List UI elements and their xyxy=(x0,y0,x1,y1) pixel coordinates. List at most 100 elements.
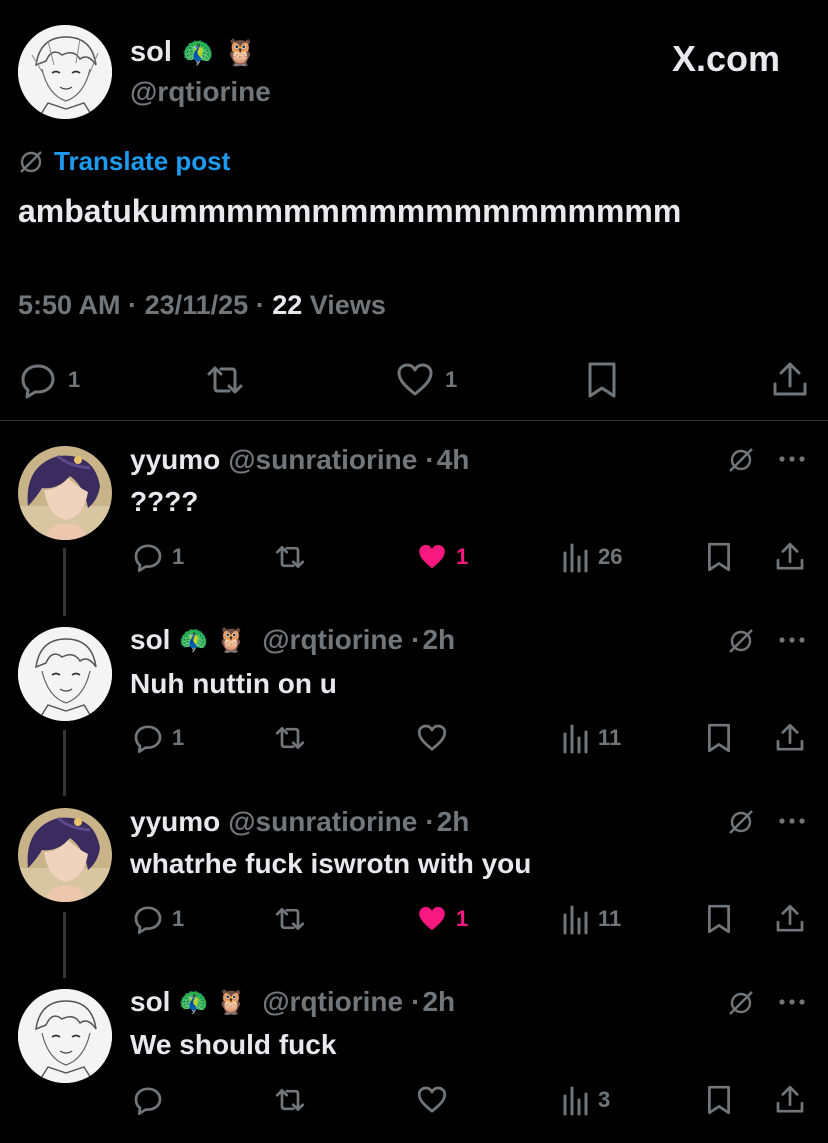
share-button[interactable] xyxy=(774,1084,806,1116)
analytics-icon xyxy=(562,903,590,935)
reply-count: 1 xyxy=(68,367,81,392)
post-meta: 5:50 AM · 23/11/25 · 22 Views xyxy=(18,290,386,320)
reply-count: 1 xyxy=(172,906,185,931)
reply-author-name[interactable]: sol xyxy=(130,624,170,656)
views-button[interactable]: 3 xyxy=(562,1084,610,1116)
reply-time[interactable]: 2h xyxy=(422,986,455,1018)
bookmark-icon xyxy=(704,903,734,935)
repost-icon xyxy=(272,1084,308,1116)
author-handle[interactable]: @rqtiorine xyxy=(130,76,271,108)
translate-icon[interactable] xyxy=(727,446,755,474)
like-button[interactable]: 1 xyxy=(416,903,468,935)
repost-button[interactable] xyxy=(203,360,247,400)
more-icon[interactable] xyxy=(778,633,806,647)
bookmark-icon xyxy=(704,722,734,754)
share-icon xyxy=(774,541,806,573)
bookmark-button[interactable] xyxy=(704,722,734,754)
reply-button[interactable] xyxy=(132,1084,164,1116)
reply-icon xyxy=(132,903,164,935)
heart-icon xyxy=(395,360,435,400)
reply-avatar[interactable] xyxy=(18,808,112,902)
reply-author-name[interactable]: sol xyxy=(130,986,170,1018)
like-button[interactable] xyxy=(416,722,448,754)
post-text: ambatukummmmmmmmmmmmmmmmmm xyxy=(18,193,682,229)
reply-text: Nuh nuttin on u xyxy=(130,668,337,699)
translate-post-link[interactable]: Translate post xyxy=(18,146,230,177)
views-button[interactable]: 26 xyxy=(562,541,622,573)
translate-icon[interactable] xyxy=(727,808,755,836)
bookmark-button[interactable] xyxy=(704,1084,734,1116)
reply-button[interactable]: 1 xyxy=(18,360,80,400)
reply-author-handle[interactable]: @rqtiorine xyxy=(262,624,403,656)
bookmark-button[interactable] xyxy=(704,541,734,573)
analytics-icon xyxy=(562,541,590,573)
like-button[interactable]: 1 xyxy=(395,360,457,400)
reply-button[interactable]: 1 xyxy=(132,722,184,754)
share-button[interactable] xyxy=(774,541,806,573)
heart-filled-icon xyxy=(416,903,448,935)
post-date[interactable]: 23/11/25 xyxy=(145,290,249,320)
views-button[interactable]: 11 xyxy=(562,903,621,935)
views-button[interactable]: 11 xyxy=(562,722,621,754)
share-button[interactable] xyxy=(774,722,806,754)
like-count: 1 xyxy=(445,367,458,392)
thread-line xyxy=(63,912,66,978)
reply-count: 1 xyxy=(172,544,185,569)
author-name-row[interactable]: sol 🦚 🦉 xyxy=(130,36,257,69)
like-button[interactable]: 1 xyxy=(416,541,468,573)
thread-line xyxy=(63,730,66,796)
bookmark-button[interactable] xyxy=(704,903,734,935)
more-icon[interactable] xyxy=(778,814,806,828)
translate-label[interactable]: Translate post xyxy=(54,146,230,177)
peacock-emoji: 🦚 xyxy=(178,626,209,654)
like-count: 1 xyxy=(456,544,469,569)
translate-icon[interactable] xyxy=(727,989,755,1017)
share-button[interactable] xyxy=(770,360,810,400)
reply-author-name[interactable]: yyumo xyxy=(130,806,220,838)
bookmark-button[interactable] xyxy=(584,360,620,400)
reply-avatar[interactable] xyxy=(18,446,112,540)
bookmark-icon xyxy=(704,541,734,573)
reply-time[interactable]: 2h xyxy=(422,624,455,656)
author-avatar[interactable] xyxy=(18,25,112,119)
reply-author-handle[interactable]: @sunratiorine xyxy=(228,806,417,838)
heart-icon xyxy=(416,722,448,754)
repost-button[interactable] xyxy=(272,722,308,754)
heart-filled-icon xyxy=(416,541,448,573)
repost-button[interactable] xyxy=(272,1084,308,1116)
thread-line xyxy=(63,548,66,616)
share-icon xyxy=(774,722,806,754)
more-icon[interactable] xyxy=(778,452,806,466)
share-icon xyxy=(774,1084,806,1116)
reply-header: yyumo @sunratiorine · 2h xyxy=(130,806,470,838)
repost-button[interactable] xyxy=(272,541,308,573)
share-button[interactable] xyxy=(774,903,806,935)
reply-avatar[interactable] xyxy=(18,627,112,721)
like-button[interactable] xyxy=(416,1084,448,1116)
owl-emoji: 🦉 xyxy=(216,988,247,1016)
reply-author-handle[interactable]: @sunratiorine xyxy=(228,444,417,476)
repost-button[interactable] xyxy=(272,903,308,935)
share-icon xyxy=(770,360,810,400)
reply-button[interactable]: 1 xyxy=(132,903,184,935)
views-count: 11 xyxy=(598,906,622,931)
reply-avatar[interactable] xyxy=(18,989,112,1083)
translate-icon[interactable] xyxy=(727,627,755,655)
reply-author-handle[interactable]: @rqtiorine xyxy=(262,986,403,1018)
x-watermark: X.com xyxy=(672,38,781,79)
post-time[interactable]: 5:50 AM xyxy=(18,290,121,320)
reply-text: We should fuck xyxy=(130,1029,337,1060)
reply-author-name[interactable]: yyumo xyxy=(130,444,220,476)
reply-icon xyxy=(132,1084,164,1116)
bookmark-icon xyxy=(584,360,620,400)
reply-time[interactable]: 4h xyxy=(437,444,470,476)
analytics-icon xyxy=(562,722,590,754)
reply-time[interactable]: 2h xyxy=(437,806,470,838)
repost-icon xyxy=(203,360,247,400)
more-icon[interactable] xyxy=(778,995,806,1009)
author-name[interactable]: sol xyxy=(130,36,172,69)
reply-count: 1 xyxy=(172,725,185,750)
repost-icon xyxy=(272,722,308,754)
views-count: 26 xyxy=(598,544,623,569)
reply-button[interactable]: 1 xyxy=(132,541,184,573)
